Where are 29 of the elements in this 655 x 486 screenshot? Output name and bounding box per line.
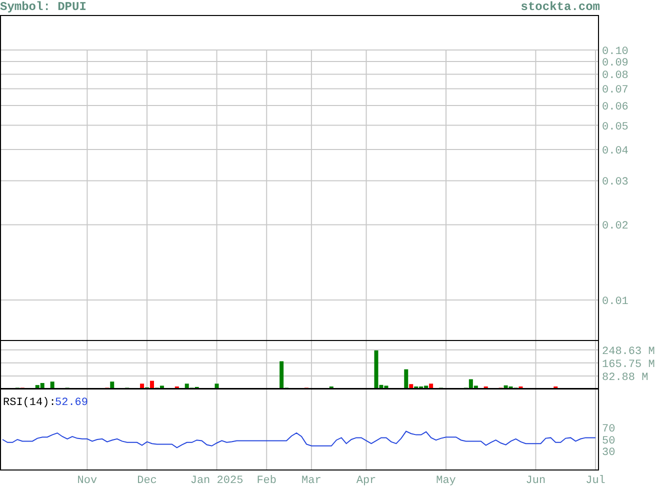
site-name: stockta.com bbox=[520, 0, 600, 15]
axis-label: 82.88 M bbox=[602, 372, 648, 384]
axis-label: 0.09 bbox=[602, 57, 628, 70]
axis-label: Dec bbox=[137, 475, 157, 486]
axis-label: Feb bbox=[256, 475, 277, 486]
axis-label: 0.05 bbox=[602, 121, 628, 134]
axis-label: Apr bbox=[356, 475, 376, 486]
axis-label: 0.03 bbox=[602, 176, 628, 189]
axis-label: Jun bbox=[526, 475, 546, 486]
axis-label: 0.06 bbox=[602, 101, 628, 114]
axis-label: 30 bbox=[602, 447, 616, 460]
axis-label: 0.10 bbox=[602, 46, 628, 58]
axis-label: 0.08 bbox=[602, 70, 628, 82]
rsi-value: 52.69 bbox=[55, 397, 88, 409]
axis-label: Nov bbox=[77, 475, 98, 486]
axis-label: Mar bbox=[302, 475, 322, 486]
axis-label: 248.63 M bbox=[602, 346, 655, 358]
axis-label: 70 bbox=[602, 424, 616, 436]
axis-label: 0.04 bbox=[602, 145, 628, 158]
axis-label: 0.02 bbox=[602, 220, 628, 233]
axis-label: 165.75 M bbox=[602, 358, 655, 371]
axis-label: 0.01 bbox=[602, 296, 628, 308]
symbol-label: Symbol: DPUI bbox=[0, 0, 86, 15]
axis-label: Jul bbox=[586, 475, 606, 486]
axis-label: Jan 2025 bbox=[190, 475, 244, 486]
rsi-label: RSI(14): bbox=[3, 397, 56, 409]
axis-label: May bbox=[436, 475, 456, 486]
axis-label: 50 bbox=[602, 435, 616, 448]
axis-label: 0.07 bbox=[602, 84, 628, 97]
